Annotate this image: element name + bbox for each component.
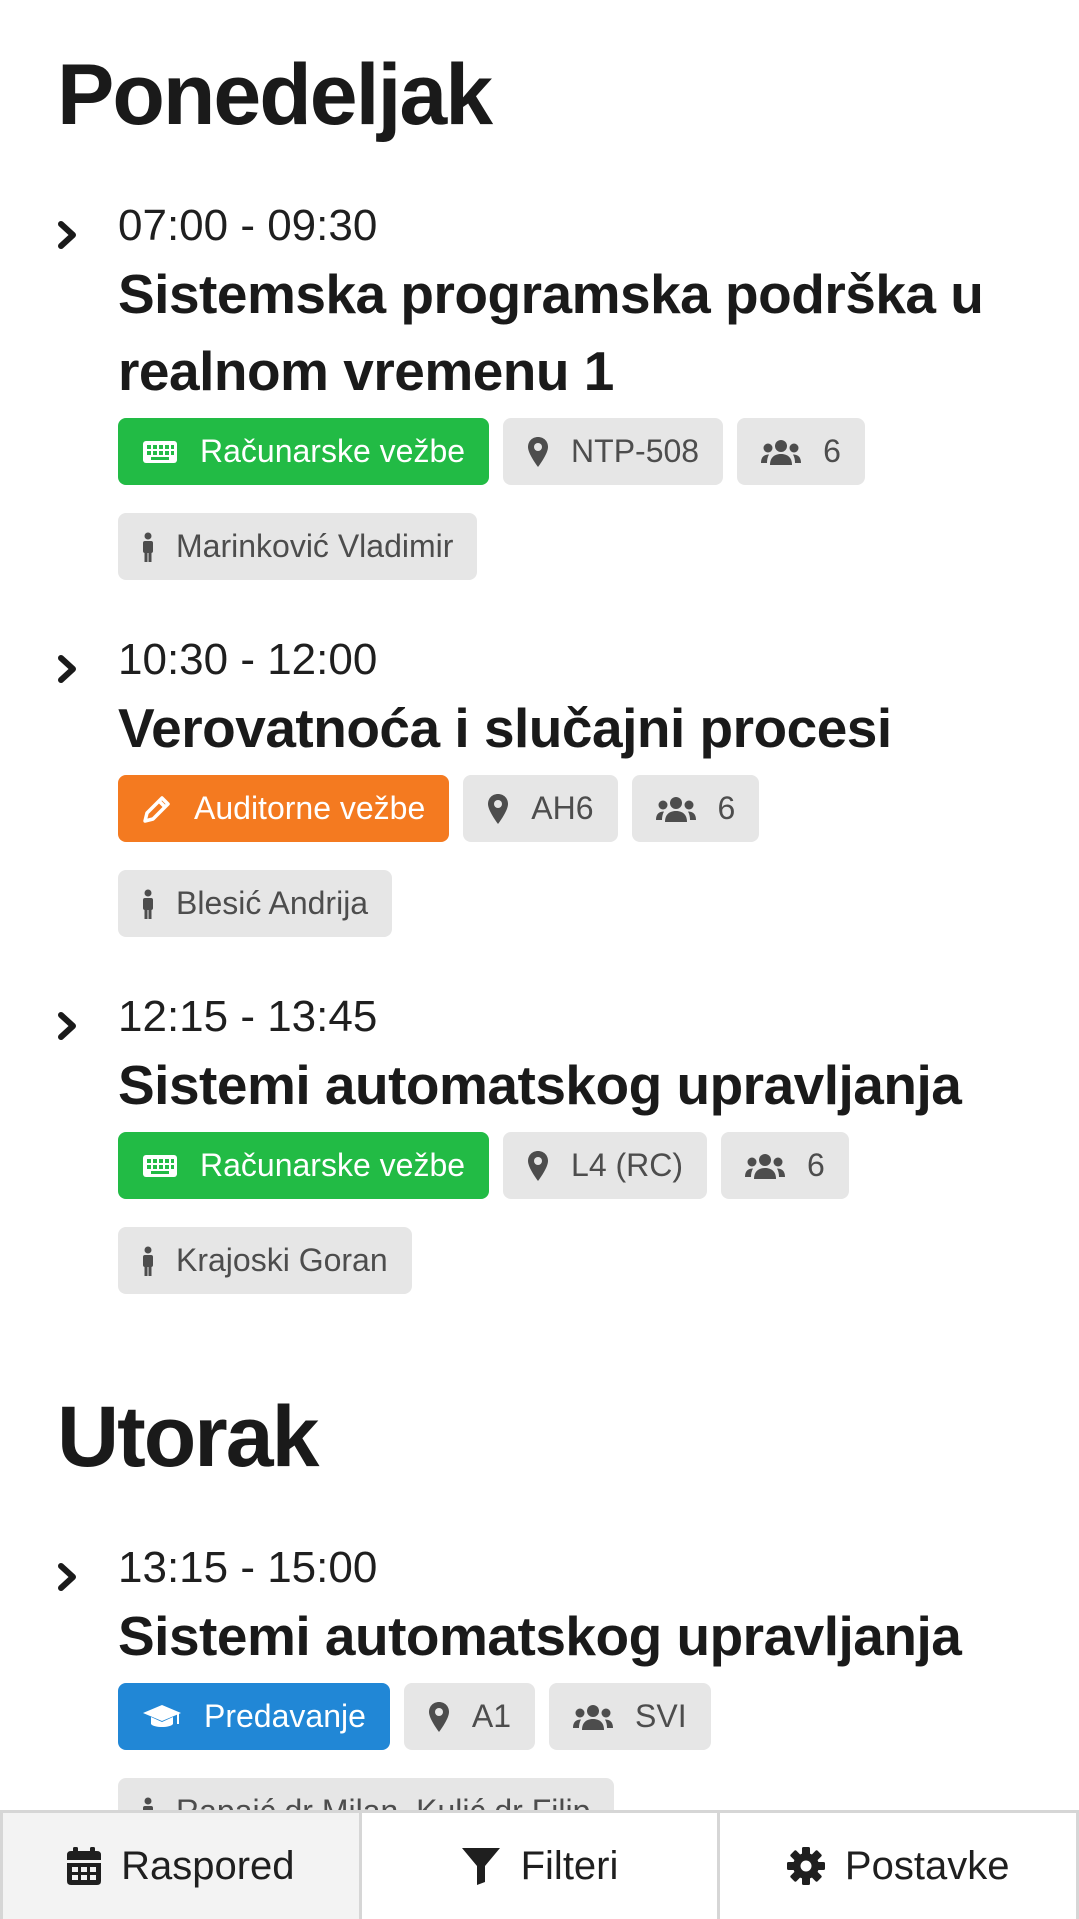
lesson-tags: Auditorne vežbe AH6 6 Blesić Andrija xyxy=(118,775,1079,937)
teacher-badge: Blesić Andrija xyxy=(118,870,393,937)
lesson-item[interactable]: 07:00 - 09:30 Sistemska programska podrš… xyxy=(57,204,1079,580)
users-icon xyxy=(745,1153,786,1179)
room-badge: AH6 xyxy=(463,775,618,842)
room-badge: L4 (RC) xyxy=(503,1132,708,1199)
person-icon xyxy=(142,889,154,919)
nav-filteri-label: Filteri xyxy=(520,1843,619,1888)
lesson-type-badge: Auditorne vežbe xyxy=(118,775,450,842)
map-pin-icon xyxy=(428,1701,450,1733)
chevron-right-icon[interactable] xyxy=(57,1012,79,1040)
day-section: Ponedeljak 07:00 - 09:30 Sistemska progr… xyxy=(0,0,1079,1294)
gear-icon xyxy=(786,1847,825,1885)
teacher-label: Krajoski Goran xyxy=(176,1242,388,1278)
person-icon xyxy=(142,532,154,562)
nav-raspored-button[interactable]: Raspored xyxy=(0,1813,359,1919)
group-label: SVI xyxy=(635,1698,687,1734)
lesson-type-badge: Predavanje xyxy=(118,1683,390,1750)
calendar-icon xyxy=(67,1847,102,1885)
lesson-subject-line: Sistemska programska podrška u xyxy=(118,263,984,325)
person-icon xyxy=(142,1246,154,1276)
lesson-subject: Sistemska programska podrška u realnom v… xyxy=(118,256,1079,410)
users-icon xyxy=(573,1704,614,1730)
lesson-subject: Sistemi automatskog upravljanja xyxy=(118,1054,962,1116)
lesson-time: 12:15 - 13:45 xyxy=(118,992,378,1041)
lesson-time: 07:00 - 09:30 xyxy=(118,201,378,250)
teacher-badge: Rapaić dr Milan, Kulić dr Filip xyxy=(118,1778,615,1810)
room-label: NTP-508 xyxy=(571,433,700,469)
map-pin-icon xyxy=(527,436,549,468)
map-pin-icon xyxy=(527,1150,549,1182)
lesson-tags: Računarske vežbe NTP-508 6 Marinković Vl… xyxy=(118,418,1079,580)
users-icon xyxy=(655,796,696,822)
day-section: Utorak 13:15 - 15:00 Sistemi automatskog… xyxy=(0,1294,1079,1810)
room-label: AH6 xyxy=(531,790,594,826)
room-badge: NTP-508 xyxy=(503,418,724,485)
group-label: 6 xyxy=(807,1147,825,1183)
lesson-type-badge: Računarske vežbe xyxy=(118,1132,490,1199)
graduation-cap-icon xyxy=(142,1703,182,1731)
schedule-content: Ponedeljak 07:00 - 09:30 Sistemska progr… xyxy=(0,0,1079,1810)
keyboard-icon xyxy=(142,1154,178,1178)
group-badge: 6 xyxy=(737,418,865,485)
nav-postavke-button[interactable]: Postavke xyxy=(717,1813,1079,1919)
bottom-nav: Raspored Filteri Postavke xyxy=(0,1810,1079,1919)
room-label: A1 xyxy=(471,1698,512,1734)
group-badge: SVI xyxy=(549,1683,711,1750)
room-label: L4 (RC) xyxy=(571,1147,684,1183)
chevron-right-icon[interactable] xyxy=(57,1563,79,1591)
map-pin-icon xyxy=(487,793,509,825)
day-title: Ponedeljak xyxy=(57,47,493,143)
nav-filteri-button[interactable]: Filteri xyxy=(358,1813,718,1919)
users-icon xyxy=(761,439,802,465)
nav-raspored-label: Raspored xyxy=(121,1843,295,1888)
nav-postavke-label: Postavke xyxy=(844,1843,1010,1888)
lesson-time: 10:30 - 12:00 xyxy=(118,635,378,684)
group-label: 6 xyxy=(717,790,736,826)
lesson-type-label: Računarske vežbe xyxy=(200,433,466,469)
person-icon xyxy=(142,1797,154,1810)
teacher-badge: Krajoski Goran xyxy=(118,1227,412,1294)
lesson-type-label: Predavanje xyxy=(204,1698,366,1734)
group-badge: 6 xyxy=(631,775,760,842)
lesson-tags: Računarske vežbe L4 (RC) 6 Krajoski Gora… xyxy=(118,1132,1079,1294)
teacher-badge: Marinković Vladimir xyxy=(118,513,478,580)
lesson-type-label: Računarske vežbe xyxy=(200,1147,466,1183)
lesson-type-label: Auditorne vežbe xyxy=(194,790,426,826)
lesson-subject: Sistemi automatskog upravljanja xyxy=(118,1605,962,1667)
teacher-label: Blesić Andrija xyxy=(176,885,369,921)
group-badge: 6 xyxy=(721,1132,849,1199)
room-badge: A1 xyxy=(403,1683,536,1750)
lesson-subject: Verovatnoća i slučajni procesi xyxy=(118,697,892,759)
teacher-label: Marinković Vladimir xyxy=(176,528,454,564)
lesson-item[interactable]: 10:30 - 12:00 Verovatnoća i slučajni pro… xyxy=(57,638,1079,937)
lesson-item[interactable]: 12:15 - 13:45 Sistemi automatskog upravl… xyxy=(57,995,1079,1294)
chevron-right-icon[interactable] xyxy=(57,655,79,683)
teacher-label: Rapaić dr Milan, Kulić dr Filip xyxy=(176,1793,590,1810)
lesson-subject-line: realnom vremenu 1 xyxy=(118,340,614,402)
filter-icon xyxy=(461,1847,501,1885)
chevron-right-icon[interactable] xyxy=(57,221,79,249)
lesson-tags: Predavanje A1 SVI xyxy=(118,1683,1079,1810)
day-title: Utorak xyxy=(57,1389,319,1485)
group-label: 6 xyxy=(823,433,841,469)
lesson-item[interactable]: 13:15 - 15:00 Sistemi automatskog upravl… xyxy=(57,1546,1079,1810)
lesson-time: 13:15 - 15:00 xyxy=(118,1543,378,1592)
keyboard-icon xyxy=(142,440,178,464)
lesson-type-badge: Računarske vežbe xyxy=(118,418,490,485)
pencil-icon xyxy=(142,794,172,824)
